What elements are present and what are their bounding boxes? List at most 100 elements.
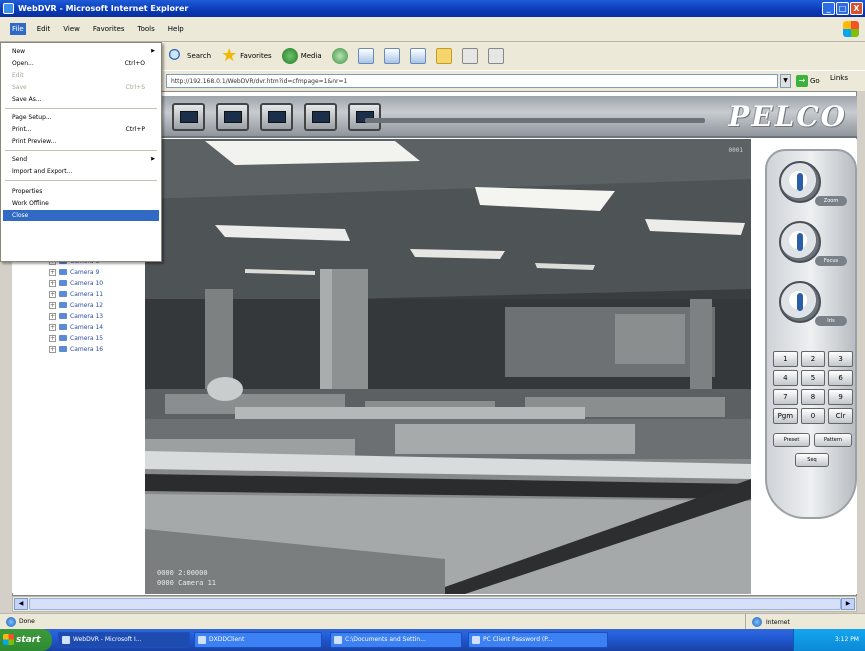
focus-label: Focus bbox=[815, 256, 847, 266]
go-arrow-icon: → bbox=[796, 75, 808, 87]
expand-icon[interactable]: + bbox=[49, 312, 56, 320]
menu-help[interactable]: Help bbox=[166, 23, 186, 35]
camera-icon bbox=[59, 313, 67, 319]
horizontal-scrollbar[interactable]: ◀ ▶ bbox=[12, 596, 857, 612]
iris-knob[interactable] bbox=[779, 281, 821, 323]
search-button[interactable]: Search bbox=[168, 48, 211, 64]
app-icon bbox=[198, 636, 206, 644]
internet-zone-icon bbox=[752, 617, 762, 627]
expand-icon[interactable]: + bbox=[49, 345, 56, 353]
pattern-button[interactable]: Pattern bbox=[814, 433, 852, 447]
scroll-right-button[interactable]: ▶ bbox=[841, 598, 855, 610]
expand-icon[interactable]: + bbox=[49, 334, 56, 342]
taskbar-item-pc-client[interactable]: PC Client Password (P... bbox=[468, 632, 608, 648]
menu-item-work-offline[interactable]: Work Offline bbox=[3, 198, 159, 209]
zoom-knob[interactable] bbox=[779, 161, 821, 203]
expand-icon[interactable]: + bbox=[49, 279, 56, 287]
go-button[interactable]: → Go bbox=[796, 74, 820, 88]
expand-icon[interactable]: + bbox=[49, 301, 56, 309]
menu-item-open[interactable]: Open... Ctrl+O bbox=[3, 58, 159, 69]
discuss-icon[interactable] bbox=[461, 48, 478, 64]
menu-file[interactable]: File bbox=[10, 23, 26, 35]
preset-button[interactable]: Preset bbox=[773, 433, 810, 447]
menu-favorites[interactable]: Favorites bbox=[91, 23, 127, 35]
video-id-overlay: 0001 bbox=[728, 147, 743, 154]
address-input[interactable]: http://192.168.0.1/WebDVR/dvr.htm?id=cfm… bbox=[166, 74, 778, 88]
focus-knob[interactable] bbox=[779, 221, 821, 263]
menu-shortcut: Ctrl+P bbox=[125, 126, 145, 133]
menu-item-properties[interactable]: Properties bbox=[3, 186, 159, 197]
menu-tools[interactable]: Tools bbox=[136, 23, 157, 35]
menu-item-print[interactable]: Print... Ctrl+P bbox=[3, 124, 159, 135]
favorites-button[interactable]: ★ Favorites bbox=[221, 47, 272, 65]
taskbar-item-dxddclient[interactable]: DXDDClient bbox=[194, 632, 322, 648]
menu-item-print-preview[interactable]: Print Preview... bbox=[3, 136, 159, 147]
key-4[interactable]: 4 bbox=[773, 370, 798, 386]
tree-item-camera[interactable]: + Camera 12 bbox=[49, 300, 103, 310]
menu-item-page-setup[interactable]: Page Setup... bbox=[3, 112, 159, 123]
camera-icon bbox=[59, 346, 67, 352]
tree-item-camera[interactable]: + Camera 15 bbox=[49, 333, 103, 343]
key-8[interactable]: 8 bbox=[800, 389, 826, 405]
expand-icon[interactable]: + bbox=[49, 290, 56, 298]
system-tray: 3:12 PM bbox=[793, 629, 865, 651]
key-2[interactable]: 2 bbox=[800, 351, 826, 367]
scroll-thumb[interactable] bbox=[29, 598, 841, 610]
print-icon[interactable] bbox=[383, 48, 400, 64]
tree-item-camera[interactable]: + Camera 16 bbox=[49, 344, 103, 354]
menu-view[interactable]: View bbox=[61, 23, 82, 35]
quad-view-button[interactable] bbox=[216, 103, 249, 131]
tree-item-camera[interactable]: + Camera 13 bbox=[49, 311, 103, 321]
sixteen-view-button[interactable] bbox=[304, 103, 337, 131]
menu-item-label: New bbox=[12, 48, 26, 55]
key-clr[interactable]: Clr bbox=[828, 408, 853, 424]
single-view-button[interactable] bbox=[172, 103, 205, 131]
camera-video-feed[interactable]: 0001 0000 2:00000 0000 Camera 11 bbox=[145, 139, 751, 594]
clock[interactable]: 3:12 PM bbox=[835, 636, 859, 643]
expand-icon[interactable]: + bbox=[49, 268, 56, 276]
tree-item-camera[interactable]: + Camera 14 bbox=[49, 322, 103, 332]
menu-item-label: Import and Export... bbox=[12, 168, 73, 175]
key-6[interactable]: 6 bbox=[828, 370, 853, 386]
monitor-icon bbox=[223, 111, 242, 123]
window-title-bar[interactable]: WebDVR - Microsoft Internet Explorer _ □… bbox=[0, 0, 865, 17]
taskbar-item-documents[interactable]: C:\Documents and Settin... bbox=[330, 632, 462, 648]
tree-item-camera[interactable]: + Camera 11 bbox=[49, 289, 103, 299]
key-5[interactable]: 5 bbox=[800, 370, 826, 386]
close-window-button[interactable]: X bbox=[850, 2, 863, 15]
menu-item-send[interactable]: Send ▶ bbox=[3, 154, 159, 165]
media-button[interactable]: Media bbox=[281, 48, 322, 64]
expand-icon[interactable]: + bbox=[49, 323, 56, 331]
menu-separator bbox=[5, 180, 157, 181]
messenger-icon[interactable] bbox=[487, 48, 504, 64]
edit-icon[interactable] bbox=[409, 48, 426, 64]
menu-item-new[interactable]: New ▶ bbox=[3, 46, 159, 57]
mail-icon[interactable] bbox=[357, 48, 374, 64]
setup-view-button[interactable] bbox=[348, 103, 381, 131]
key-7[interactable]: 7 bbox=[773, 389, 798, 405]
scroll-left-button[interactable]: ◀ bbox=[14, 598, 28, 610]
tree-item-camera[interactable]: + Camera 10 bbox=[49, 278, 103, 288]
folder-icon[interactable] bbox=[435, 48, 452, 64]
key-1[interactable]: 1 bbox=[773, 351, 798, 367]
start-button[interactable]: start bbox=[0, 629, 52, 651]
key-3[interactable]: 3 bbox=[828, 351, 853, 367]
sequence-button[interactable]: Seq bbox=[795, 453, 829, 467]
taskbar-item-webdvr[interactable]: WebDVR - Microsoft I... bbox=[58, 632, 190, 648]
links-button[interactable]: Links bbox=[830, 74, 848, 82]
maximize-button[interactable]: □ bbox=[836, 2, 849, 15]
history-icon[interactable] bbox=[331, 48, 348, 64]
key-0[interactable]: 0 bbox=[800, 408, 826, 424]
key-9[interactable]: 9 bbox=[828, 389, 853, 405]
address-dropdown-button[interactable]: ▼ bbox=[780, 74, 791, 88]
menu-edit[interactable]: Edit bbox=[35, 23, 53, 35]
key-pgm[interactable]: Pgm bbox=[773, 408, 798, 424]
nine-view-button[interactable] bbox=[260, 103, 293, 131]
menu-item-import-export[interactable]: Import and Export... bbox=[3, 166, 159, 177]
menu-item-save-as[interactable]: Save As... bbox=[3, 94, 159, 105]
monitor-icon bbox=[179, 111, 198, 123]
tree-item-camera[interactable]: + Camera 9 bbox=[49, 267, 99, 277]
overlay-timestamp: 0000 2:00000 bbox=[157, 569, 208, 577]
menu-item-close[interactable]: Close bbox=[3, 210, 159, 221]
minimize-button[interactable]: _ bbox=[822, 2, 835, 15]
